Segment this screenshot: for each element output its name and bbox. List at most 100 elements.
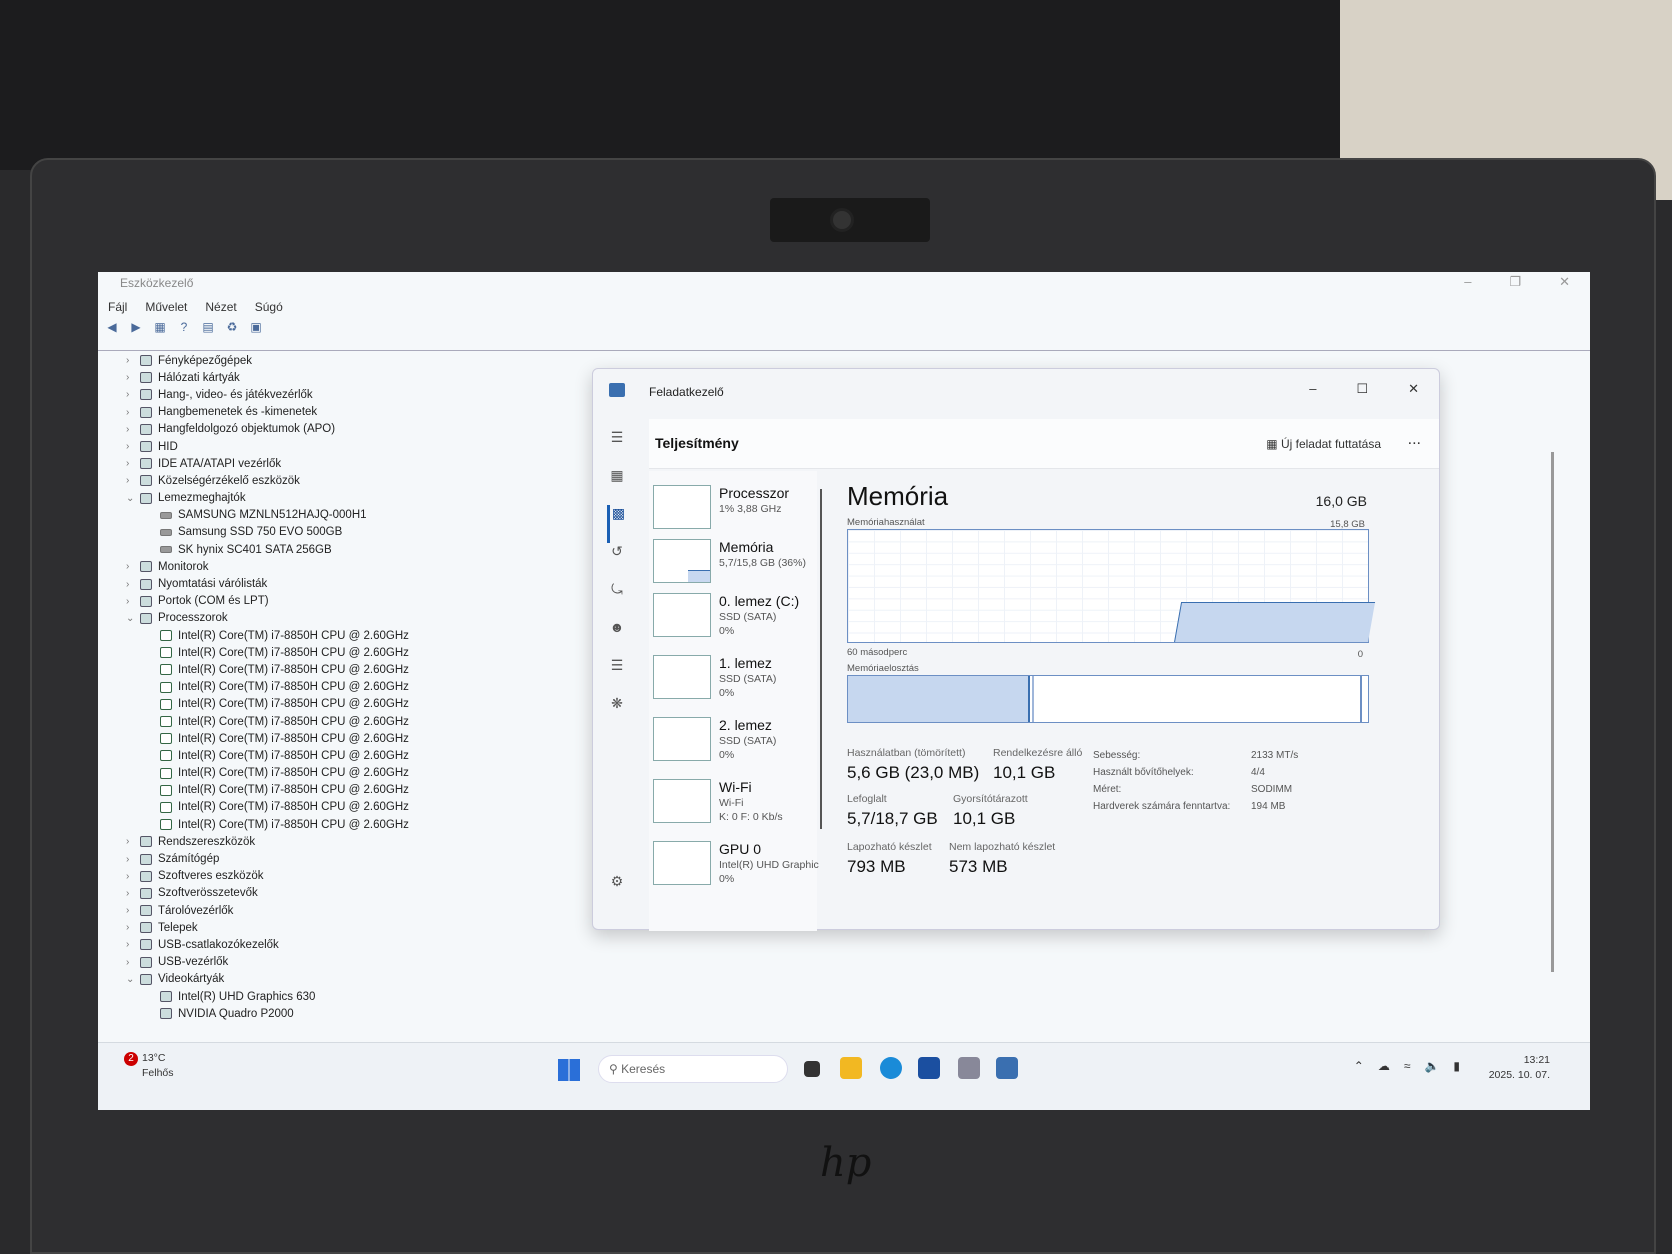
run-new-task-button[interactable]: ▦ Új feladat futtatása xyxy=(1266,437,1381,451)
chevron-right-icon[interactable]: › xyxy=(126,579,140,590)
chevron-right-icon[interactable]: › xyxy=(126,458,140,469)
tree-item[interactable]: Intel(R) Core(TM) i7-8850H CPU @ 2.60GHz xyxy=(126,679,409,696)
tree-item[interactable]: ⌄ Videokártyák xyxy=(126,971,409,988)
wifi-icon[interactable]: ≈ xyxy=(1404,1059,1411,1073)
tree-item[interactable]: NVIDIA Quadro P2000 xyxy=(126,1005,409,1022)
close-button[interactable]: ✕ xyxy=(1408,381,1419,397)
back-arrow-icon[interactable]: ◀ xyxy=(104,320,120,336)
chevron-right-icon[interactable]: › xyxy=(126,957,140,968)
close-button[interactable]: ✕ xyxy=(1559,274,1570,290)
tree-item[interactable]: › Portok (COM és LPT) xyxy=(126,593,409,610)
tree-item[interactable]: Intel(R) Core(TM) i7-8850H CPU @ 2.60GHz xyxy=(126,765,409,782)
chevron-right-icon[interactable]: › xyxy=(126,561,140,572)
maximize-button[interactable]: ☐ xyxy=(1356,381,1368,397)
task-manager-taskbar-icon[interactable] xyxy=(996,1057,1018,1079)
tree-item[interactable]: Intel(R) Core(TM) i7-8850H CPU @ 2.60GHz xyxy=(126,627,409,644)
tree-item[interactable]: Intel(R) Core(TM) i7-8850H CPU @ 2.60GHz xyxy=(126,730,409,747)
onedrive-icon[interactable]: ☁ xyxy=(1378,1059,1390,1073)
app-history-icon[interactable]: ↺ xyxy=(607,543,627,581)
minimize-button[interactable]: – xyxy=(1464,274,1471,290)
tree-item[interactable]: › Hálózati kártyák xyxy=(126,369,409,386)
services-icon[interactable]: ❋ xyxy=(607,695,627,733)
tree-item[interactable]: › Telepek xyxy=(126,919,409,936)
more-options-button[interactable]: ... xyxy=(1408,431,1421,449)
chevron-right-icon[interactable]: › xyxy=(126,424,140,435)
scan-hardware-icon[interactable]: ♻ xyxy=(224,320,240,336)
perf-item[interactable]: GPU 0 Intel(R) UHD Graphic 0% xyxy=(653,835,819,891)
chevron-right-icon[interactable]: › xyxy=(126,372,140,383)
tree-item[interactable]: › IDE ATA/ATAPI vezérlők xyxy=(126,455,409,472)
help-icon[interactable]: ? xyxy=(176,320,192,336)
tree-item[interactable]: › HID xyxy=(126,438,409,455)
tree-item[interactable]: › Szoftverösszetevők xyxy=(126,885,409,902)
perf-item[interactable]: 2. lemez SSD (SATA) 0% xyxy=(653,711,819,767)
start-windows-icon[interactable] xyxy=(558,1059,580,1081)
tree-item[interactable]: › Hangfeldolgozó objektumok (APO) xyxy=(126,421,409,438)
chevron-up-icon[interactable]: ⌃ xyxy=(1354,1059,1364,1073)
processes-icon[interactable]: ▦ xyxy=(607,467,627,505)
tree-item[interactable]: ⌄ Lemezmeghajtók xyxy=(126,490,409,507)
volume-icon[interactable]: 🔈 xyxy=(1424,1059,1439,1073)
perf-item[interactable]: Wi-Fi Wi-Fi K: 0 F: 0 Kb/s xyxy=(653,773,819,829)
chevron-down-icon[interactable]: ⌄ xyxy=(126,974,140,985)
chevron-right-icon[interactable]: › xyxy=(126,596,140,607)
menu-view[interactable]: Nézet xyxy=(205,300,236,314)
perf-item[interactable]: Memória 5,7/15,8 GB (36%) xyxy=(653,533,819,589)
chevron-down-icon[interactable]: ⌄ xyxy=(126,613,140,624)
tree-item[interactable]: › USB-csatlakozókezelők xyxy=(126,936,409,953)
chevron-right-icon[interactable]: › xyxy=(126,355,140,366)
store-icon[interactable] xyxy=(918,1057,940,1079)
tree-item[interactable]: Intel(R) Core(TM) i7-8850H CPU @ 2.60GHz xyxy=(126,816,409,833)
hamburger-menu-icon[interactable]: ☰ xyxy=(607,429,627,467)
chevron-right-icon[interactable]: › xyxy=(126,854,140,865)
settings-gear-icon[interactable]: ⚙ xyxy=(607,873,627,911)
tree-item[interactable]: Intel(R) Core(TM) i7-8850H CPU @ 2.60GHz xyxy=(126,696,409,713)
chevron-right-icon[interactable]: › xyxy=(126,922,140,933)
chevron-right-icon[interactable]: › xyxy=(126,475,140,486)
taskbar-search[interactable]: ⚲ Keresés xyxy=(598,1055,788,1083)
tree-item[interactable]: › USB-vezérlők xyxy=(126,954,409,971)
tree-item[interactable]: › Hang-, video- és játékvezérlők xyxy=(126,386,409,403)
tree-item[interactable]: › Közelségérzékelő eszközök xyxy=(126,472,409,489)
minimize-button[interactable]: – xyxy=(1309,381,1316,397)
edge-browser-icon[interactable] xyxy=(880,1057,902,1079)
chevron-right-icon[interactable]: › xyxy=(126,836,140,847)
computer-icon[interactable]: ▣ xyxy=(248,320,264,336)
forward-arrow-icon[interactable]: ▶ xyxy=(128,320,144,336)
properties-icon[interactable]: ▦ xyxy=(152,320,168,336)
tree-item[interactable]: Intel(R) UHD Graphics 630 xyxy=(126,988,409,1005)
battery-icon[interactable]: ▮ xyxy=(1453,1059,1460,1073)
tree-item[interactable]: Intel(R) Core(TM) i7-8850H CPU @ 2.60GHz xyxy=(126,747,409,764)
chevron-right-icon[interactable]: › xyxy=(126,871,140,882)
tree-item[interactable]: Intel(R) Core(TM) i7-8850H CPU @ 2.60GHz xyxy=(126,644,409,661)
tree-item[interactable]: › Fényképezőgépek xyxy=(126,352,409,369)
weather-widget[interactable]: 2 13°C Felhős xyxy=(124,1051,174,1080)
perf-item[interactable]: 1. lemez SSD (SATA) 0% xyxy=(653,649,819,705)
chevron-right-icon[interactable]: › xyxy=(126,939,140,950)
task-view-icon[interactable] xyxy=(804,1061,820,1077)
performance-icon[interactable]: ▩ xyxy=(607,505,627,543)
tree-item[interactable]: › Nyomtatási várólisták xyxy=(126,575,409,592)
tree-item[interactable]: ⌄ Processzorok xyxy=(126,610,409,627)
tree-item[interactable]: › Rendszereszközök xyxy=(126,833,409,850)
chevron-right-icon[interactable]: › xyxy=(126,905,140,916)
scrollbar[interactable] xyxy=(1551,452,1554,972)
tree-item[interactable]: › Hangbemenetek és -kimenetek xyxy=(126,404,409,421)
chevron-right-icon[interactable]: › xyxy=(126,389,140,400)
menu-help[interactable]: Súgó xyxy=(255,300,283,314)
tree-item[interactable]: Intel(R) Core(TM) i7-8850H CPU @ 2.60GHz xyxy=(126,799,409,816)
view-icon[interactable]: ▤ xyxy=(200,320,216,336)
menu-file[interactable]: Fájl xyxy=(108,300,127,314)
clock[interactable]: 13:21 2025. 10. 07. xyxy=(1489,1053,1550,1083)
menu-action[interactable]: Művelet xyxy=(145,300,187,314)
chevron-right-icon[interactable]: › xyxy=(126,407,140,418)
tree-item[interactable]: Intel(R) Core(TM) i7-8850H CPU @ 2.60GHz xyxy=(126,782,409,799)
tree-item[interactable]: SK hynix SC401 SATA 256GB xyxy=(126,541,409,558)
perf-item[interactable]: Processzor 1% 3,88 GHz xyxy=(653,479,819,535)
maximize-button[interactable]: ❐ xyxy=(1509,274,1521,290)
tree-item[interactable]: Intel(R) Core(TM) i7-8850H CPU @ 2.60GHz xyxy=(126,661,409,678)
tree-item[interactable]: SAMSUNG MZNLN512HAJQ-000H1 xyxy=(126,507,409,524)
details-icon[interactable]: ☰ xyxy=(607,657,627,695)
tree-item[interactable]: › Szoftveres eszközök xyxy=(126,868,409,885)
chevron-down-icon[interactable]: ⌄ xyxy=(126,493,140,504)
